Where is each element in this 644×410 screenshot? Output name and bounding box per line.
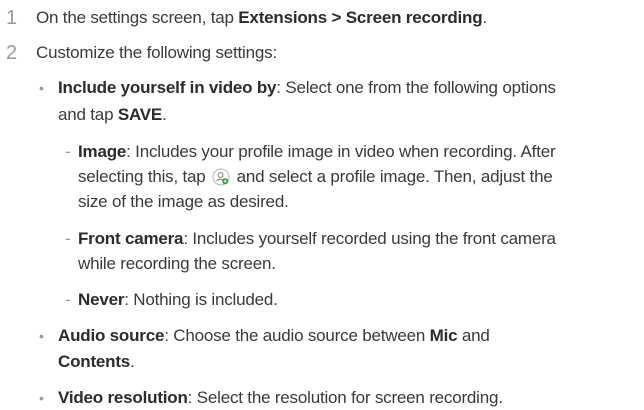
mic-label: Mic (429, 326, 458, 345)
include-yourself-text: : Select one from the following options (276, 78, 556, 97)
audio-source-text: : Choose the audio source between (164, 326, 430, 345)
step-number-1: 1 (6, 7, 17, 29)
image-option-text: : Includes your profile image in video w… (126, 142, 556, 161)
audio-source-line-1: Audio source: Choose the audio source be… (58, 326, 490, 346)
video-resolution-line: Video resolution: Select the resolution … (58, 388, 503, 408)
profile-add-icon (212, 168, 230, 186)
image-option-line-1: Image: Includes your profile image in vi… (78, 142, 556, 162)
bullet-video-resolution: • (39, 390, 44, 406)
step-1-prefix: On the settings screen, tap (36, 8, 239, 27)
step-1-separator: > (327, 8, 346, 27)
include-yourself-line-2: and tap SAVE. (58, 105, 167, 125)
include-yourself-tap-text: and tap (58, 105, 118, 124)
never-option-line: Never: Nothing is included. (78, 290, 278, 310)
audio-source-period: . (130, 352, 135, 371)
step-number-2: 2 (6, 42, 17, 64)
never-option-label: Never (78, 290, 125, 309)
front-camera-line-2: while recording the screen. (78, 254, 276, 273)
front-camera-label: Front camera (78, 229, 184, 248)
image-option-line-2: selecting this, tap and select a profile… (78, 167, 553, 187)
front-camera-line-1: Front camera: Includes yourself recorded… (78, 229, 556, 249)
audio-source-line-2: Contents. (58, 352, 135, 372)
audio-source-label: Audio source (58, 326, 165, 345)
document-page: 1 On the settings screen, tap Extensions… (0, 0, 644, 410)
step-1-suffix: . (482, 8, 487, 27)
dash-never: - (65, 290, 71, 309)
contents-label: Contents (58, 352, 131, 371)
dash-front-camera: - (65, 229, 71, 248)
screen-recording-label: Screen recording (345, 8, 483, 27)
image-option-select-text: and select a profile image. Then, adjust… (232, 167, 553, 186)
bullet-audio-source: • (39, 328, 44, 344)
include-yourself-period: . (162, 105, 167, 124)
step-2-text: Customize the following settings: (36, 43, 277, 62)
image-option-tap-text: selecting this, tap (78, 167, 211, 186)
front-camera-text: : Includes yourself recorded using the f… (183, 229, 556, 248)
include-yourself-label: Include yourself in video by (58, 78, 277, 97)
never-option-text: : Nothing is included. (124, 290, 278, 309)
audio-source-and: and (457, 326, 490, 345)
extensions-label: Extensions (238, 8, 327, 27)
video-resolution-text: : Select the resolution for screen recor… (187, 388, 503, 407)
image-option-line-3: size of the image as desired. (78, 192, 289, 211)
video-resolution-label: Video resolution (58, 388, 188, 407)
image-option-label: Image (78, 142, 127, 161)
include-yourself-line-1: Include yourself in video by: Select one… (58, 78, 556, 98)
dash-image: - (65, 142, 71, 161)
bullet-include-yourself: • (39, 80, 44, 96)
step-1-text: On the settings screen, tap Extensions >… (36, 8, 487, 28)
save-label: SAVE (117, 105, 163, 124)
